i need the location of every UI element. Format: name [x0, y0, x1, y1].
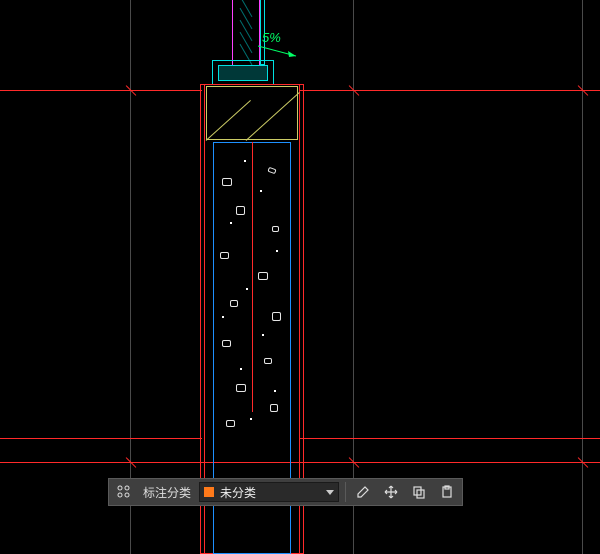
slope-arrow-icon	[258, 44, 302, 62]
speck	[230, 222, 232, 224]
dim-extension-line	[300, 90, 600, 91]
aggregate	[272, 312, 281, 321]
speck	[244, 160, 246, 162]
cyan-slab-frame	[212, 60, 274, 84]
slope-text: 5%	[262, 30, 281, 45]
aggregate	[220, 252, 229, 259]
grid-line-vertical	[130, 0, 131, 554]
category-swatch	[204, 487, 214, 497]
separator	[345, 482, 346, 502]
top-box	[206, 86, 298, 140]
speck	[262, 334, 264, 336]
dim-extension-line	[300, 438, 600, 439]
category-selected-text: 未分类	[220, 484, 320, 501]
grid-line-vertical	[353, 0, 354, 554]
aggregate	[222, 178, 232, 186]
speck	[260, 190, 262, 192]
aggregate	[264, 358, 272, 364]
aggregate	[226, 420, 235, 427]
aggregate	[272, 226, 279, 232]
dim-extension-line	[0, 90, 202, 91]
wall-hatch	[232, 0, 260, 65]
toolbar-label: 标注分类	[141, 484, 193, 501]
speck	[240, 368, 242, 370]
aggregate	[236, 384, 246, 392]
aggregate	[270, 404, 278, 412]
speck	[222, 316, 224, 318]
grid-line-vertical	[582, 0, 583, 554]
paste-icon[interactable]	[436, 481, 458, 503]
speck	[274, 390, 276, 392]
speck	[250, 418, 252, 420]
aggregate	[236, 206, 245, 215]
aggregate	[258, 272, 268, 280]
chevron-down-icon	[326, 490, 334, 495]
grid-icon[interactable]	[113, 481, 135, 503]
annotation-toolbar: 标注分类 未分类	[108, 478, 463, 506]
cad-viewport[interactable]: 5%	[0, 0, 600, 554]
aggregate	[230, 300, 238, 307]
edit-icon[interactable]	[352, 481, 374, 503]
speck	[246, 288, 248, 290]
copy-icon[interactable]	[408, 481, 430, 503]
aggregate	[222, 340, 231, 347]
speck	[276, 250, 278, 252]
category-select[interactable]: 未分类	[199, 482, 339, 502]
slope-annotation: 5%	[262, 30, 281, 45]
move-icon[interactable]	[380, 481, 402, 503]
centerline	[252, 142, 253, 412]
dim-extension-line	[0, 438, 202, 439]
